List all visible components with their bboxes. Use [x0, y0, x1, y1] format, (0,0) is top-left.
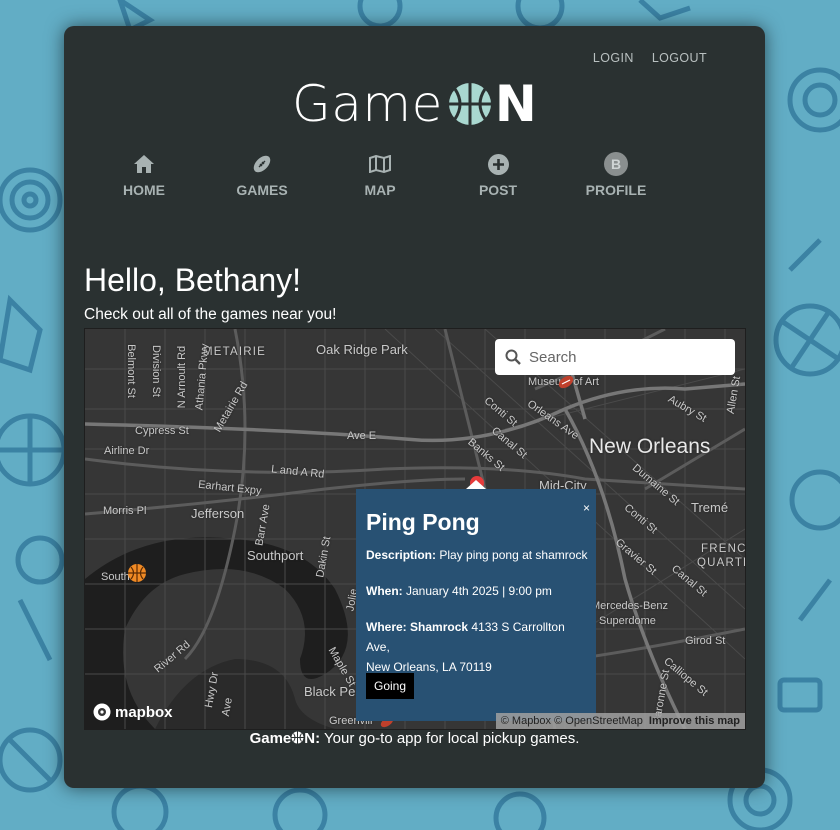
- basketball-logo-icon: [448, 83, 491, 125]
- app-logo[interactable]: Game N: [292, 75, 538, 133]
- plus-circle-icon: [487, 153, 509, 175]
- nav-games-label: GAMES: [236, 182, 288, 198]
- map-label-division: Division St: [149, 345, 162, 397]
- mapbox-logo[interactable]: mapbox: [93, 703, 173, 721]
- football-icon: [253, 155, 271, 173]
- popup-where-label: Where:: [366, 620, 407, 634]
- map-label-girod: Girod St: [685, 635, 726, 647]
- map-label-belmont: Belmont St: [124, 344, 137, 398]
- logo-text-left: Game: [292, 75, 443, 133]
- map-label-mercedes-b: Superdome: [599, 615, 656, 627]
- map-label-southport: Southport: [247, 548, 304, 563]
- avatar-b-icon: B: [604, 152, 628, 176]
- map-label-cypress: Cypress St: [135, 425, 189, 437]
- football-marker-icon[interactable]: [557, 373, 575, 391]
- map-label-jefferson: Jefferson: [191, 506, 245, 521]
- popup-description-label: Description:: [366, 548, 437, 562]
- mapbox-logo-text: mapbox: [115, 703, 173, 721]
- popup-title: Ping Pong: [366, 509, 480, 535]
- footer-brand-right: N:: [304, 730, 321, 747]
- nav-post[interactable]: POST: [453, 152, 543, 198]
- nav-profile[interactable]: B PROFILE: [571, 152, 661, 198]
- logout-link[interactable]: LOGOUT: [652, 51, 707, 65]
- nav-map-label: MAP: [364, 182, 396, 198]
- greeting-subtitle: Check out all of the games near you!: [84, 306, 337, 323]
- map-label-french-quarter-b: QUARTE: [697, 557, 745, 569]
- map-label-new-orleans: New Orleans: [589, 435, 711, 458]
- map-label-ave-e: Ave E: [347, 430, 377, 442]
- map-search-input[interactable]: [527, 347, 721, 367]
- map-label-n-arnoult: N Arnoult Rd: [176, 345, 189, 409]
- popup-close-button[interactable]: ×: [583, 501, 590, 515]
- nav-home[interactable]: HOME: [99, 152, 189, 198]
- popup-when-label: When:: [366, 584, 403, 598]
- basketball-footer-icon: [291, 731, 304, 744]
- map-search-box[interactable]: [495, 339, 735, 375]
- mapbox-logo-icon: [93, 703, 111, 721]
- map-label-morris: Morris Pl: [103, 505, 147, 517]
- nav-games[interactable]: GAMES: [217, 152, 307, 198]
- footer-tagline-text: Your go-to app for local pickup games.: [324, 730, 580, 747]
- home-icon: [134, 155, 154, 173]
- popup-where: Where: Shamrock 4133 S Carrollton Ave, N…: [366, 617, 591, 677]
- nav-post-label: POST: [478, 182, 518, 198]
- popup-description: Description: Play ping pong at shamrock: [366, 545, 591, 565]
- nav-map[interactable]: MAP: [335, 152, 425, 198]
- basketball-marker-icon[interactable]: [127, 563, 147, 583]
- popup-when: When: January 4th 2025 | 9:00 pm: [366, 581, 591, 601]
- going-button[interactable]: Going: [366, 673, 415, 699]
- map-attribution: © Mapbox © OpenStreetMap Improve this ma…: [495, 713, 745, 729]
- footer-tagline: Game N: Your go-to app for local pickup …: [64, 730, 765, 747]
- nav-profile-label: PROFILE: [585, 182, 647, 198]
- svg-text:B: B: [611, 156, 621, 172]
- attribution-text[interactable]: © Mapbox © OpenStreetMap: [501, 715, 643, 727]
- map-label-mercedes-a: Mercedes-Benz: [591, 600, 669, 612]
- map-icon: [369, 155, 391, 173]
- map-label-french-quarter-a: FRENCH: [701, 543, 746, 555]
- search-icon: [505, 349, 521, 365]
- login-link[interactable]: LOGIN: [593, 51, 634, 65]
- auth-links: LOGIN LOGOUT: [593, 51, 707, 65]
- popup-where-address-2: New Orleans, LA 70119: [366, 660, 492, 674]
- app-card: LOGIN LOGOUT Game N HOME GAMES MAP POST …: [64, 26, 765, 788]
- footer-brand-left: Game: [249, 730, 292, 747]
- popup-description-value: Play ping pong at shamrock: [439, 548, 588, 562]
- popup-when-value: January 4th 2025 | 9:00 pm: [406, 584, 552, 598]
- popup-tip: [466, 480, 486, 489]
- game-popup: × Ping Pong Description: Play ping pong …: [356, 480, 596, 721]
- greeting-heading: Hello, Bethany!: [84, 262, 302, 298]
- map-label-airline-dr: Airline Dr: [104, 445, 150, 457]
- logo-text-right: N: [494, 75, 538, 133]
- popup-where-name: Shamrock: [410, 620, 469, 634]
- map-label-oak-ridge-park: Oak Ridge Park: [316, 342, 408, 357]
- map-label-treme: Tremé: [691, 500, 729, 515]
- improve-map-link[interactable]: Improve this map: [649, 715, 740, 727]
- nav-home-label: HOME: [123, 182, 165, 198]
- map-label-metairie: METAIRIE: [203, 346, 267, 358]
- games-map[interactable]: METAIRIE Oak Ridge Park Museum of Art Ne…: [84, 328, 746, 730]
